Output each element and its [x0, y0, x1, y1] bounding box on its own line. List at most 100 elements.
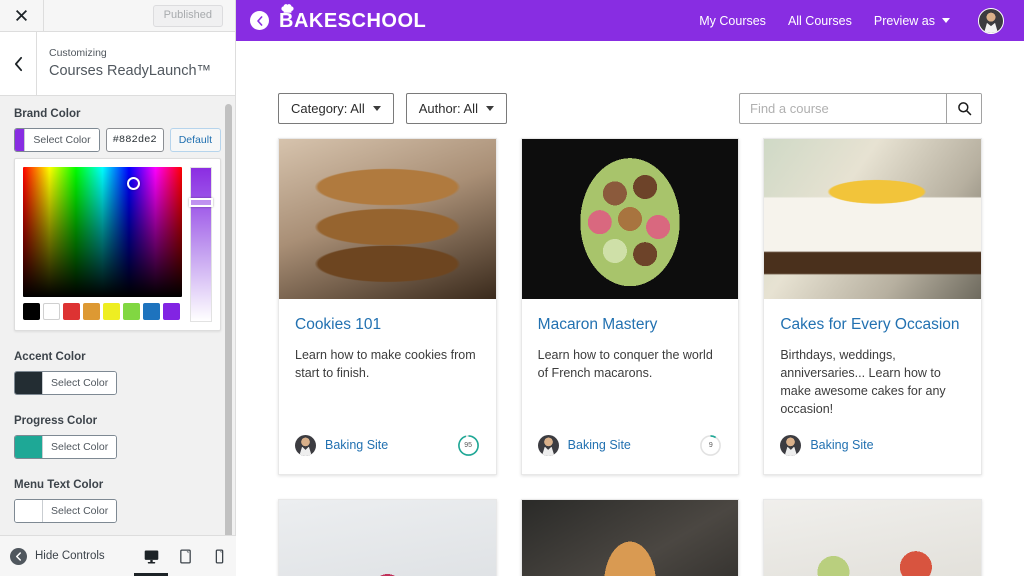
desktop-icon[interactable] — [134, 536, 168, 576]
control-label: Menu Text Color — [14, 479, 104, 491]
course-card[interactable]: Cakes for Every Occasion Birthdays, weddi… — [763, 138, 982, 475]
course-title[interactable]: Cakes for Every Occasion — [780, 315, 965, 335]
hide-controls-button[interactable]: Hide Controls — [0, 547, 105, 565]
category-filter-label: Category: All — [291, 101, 365, 116]
control-menu-text-color: Menu Text Color Select Color — [14, 477, 221, 523]
preset-swatch[interactable] — [63, 303, 80, 320]
menu-text-select-color-label: Select Color — [42, 500, 117, 522]
brand-color-swatch — [15, 129, 25, 151]
course-author[interactable]: Baking Site — [568, 438, 631, 452]
fruit-tartlets-photo — [764, 500, 981, 576]
author-filter-dropdown[interactable]: Author: All — [405, 93, 507, 124]
course-card-footer: Baking Site — [764, 418, 981, 474]
course-card[interactable] — [763, 499, 982, 576]
close-icon[interactable] — [0, 0, 44, 31]
saturation-handle[interactable] — [127, 177, 140, 190]
control-accent-color: Accent Color Select Color — [14, 349, 221, 395]
accent-color-row: Select Color — [14, 371, 221, 395]
course-author[interactable]: Baking Site — [810, 438, 873, 452]
site-logo-text: BAKESCHOOL — [279, 9, 427, 32]
publish-button[interactable]: Published — [152, 4, 223, 27]
panel-title: Courses ReadyLaunch™ — [49, 63, 212, 79]
course-card-footer: Baking Site 95 — [279, 418, 496, 474]
chevron-down-icon — [372, 106, 381, 111]
tablet-icon[interactable] — [168, 536, 202, 576]
preset-swatch[interactable] — [163, 303, 180, 320]
customizer-controls: Brand Color Select Color #882de2 Default — [0, 96, 235, 535]
customizer-header: Customizing Courses ReadyLaunch™ — [0, 32, 235, 96]
brand-default-button[interactable]: Default — [169, 128, 221, 152]
customizing-label: Customizing — [49, 47, 107, 59]
circle-arrow-left-icon[interactable] — [250, 11, 269, 30]
course-search — [739, 93, 982, 124]
course-card-footer: Baking Site 9 — [522, 418, 739, 474]
hue-slider-handle[interactable] — [189, 198, 213, 207]
hands-holding-muffin-photo — [521, 500, 739, 576]
progress-badge: 95 — [457, 434, 480, 457]
color-picker-left — [23, 167, 182, 322]
brand-select-color-button[interactable]: Select Color — [14, 128, 100, 152]
course-card-body: Cookies 101 Learn how to make cookies fro… — [279, 299, 496, 418]
progress-select-color-button[interactable]: Select Color — [14, 435, 118, 459]
accent-color-swatch — [15, 372, 42, 394]
progress-select-color-label: Select Color — [42, 436, 117, 458]
search-input[interactable] — [740, 94, 946, 123]
control-label: Accent Color — [14, 351, 86, 363]
accent-select-color-button[interactable]: Select Color — [14, 371, 118, 395]
preset-swatch[interactable] — [143, 303, 160, 320]
cookies-stack-photo — [279, 139, 496, 299]
site-logo[interactable]: BAKESCHOOL — [279, 3, 427, 32]
preset-swatch[interactable] — [43, 303, 60, 320]
hide-controls-label: Hide Controls — [35, 550, 105, 562]
scrollbar-thumb[interactable] — [225, 104, 232, 535]
course-title[interactable]: Macaron Mastery — [538, 315, 723, 335]
preset-swatches — [23, 303, 182, 320]
preset-swatch[interactable] — [103, 303, 120, 320]
progress-color-swatch — [15, 436, 42, 458]
course-description: Learn how to conquer the world of French… — [537, 348, 713, 380]
customizer-panel: Published Customizing Courses ReadyLaunc… — [0, 0, 236, 576]
customizer-footer: Hide Controls — [0, 535, 236, 576]
customizer-scrollbar[interactable] — [225, 96, 232, 535]
chevron-down-icon — [942, 18, 950, 23]
chevron-left-icon[interactable] — [0, 32, 37, 95]
course-card-body: Cakes for Every Occasion Birthdays, weddi… — [764, 299, 981, 418]
course-card[interactable]: Macaron Mastery Learn how to conquer the … — [520, 138, 740, 475]
nav-all-courses[interactable]: All Courses — [788, 14, 852, 28]
progress-value: 9 — [708, 441, 713, 449]
nav-my-courses[interactable]: My Courses — [699, 14, 766, 28]
site-body: Category: All Author: All Cookies 101 Lea… — [236, 41, 1024, 576]
site-preview: BAKESCHOOL My Courses All Courses Previe… — [236, 0, 1024, 576]
course-title[interactable]: Cookies 101 — [295, 315, 480, 335]
course-card[interactable] — [520, 499, 740, 576]
preset-swatch[interactable] — [123, 303, 140, 320]
progress-badge: 9 — [699, 434, 722, 457]
raspberry-cupcake-photo — [279, 500, 496, 576]
brand-select-color-label: Select Color — [24, 129, 99, 151]
saturation-value-area[interactable] — [23, 167, 182, 297]
avatar[interactable] — [978, 7, 1004, 34]
filter-bar: Category: All Author: All — [278, 41, 982, 138]
color-picker-popup[interactable] — [14, 158, 221, 331]
course-card[interactable] — [278, 499, 497, 576]
site-header: BAKESCHOOL My Courses All Courses Previe… — [236, 0, 1024, 41]
chevron-down-icon — [485, 106, 494, 111]
course-card[interactable]: Cookies 101 Learn how to make cookies fro… — [278, 138, 497, 475]
course-description: Birthdays, weddings, anniversaries... Le… — [780, 348, 946, 416]
brand-hex-input[interactable]: #882de2 — [105, 128, 164, 152]
preset-swatch[interactable] — [23, 303, 40, 320]
layer-cake-photo — [764, 139, 981, 299]
course-author[interactable]: Baking Site — [325, 438, 388, 452]
mobile-icon[interactable] — [202, 536, 236, 576]
search-icon[interactable] — [946, 94, 981, 123]
menu-text-select-color-button[interactable]: Select Color — [14, 499, 118, 523]
hue-slider[interactable] — [189, 167, 213, 322]
brand-color-row: Select Color #882de2 Default — [14, 128, 221, 152]
preset-swatch[interactable] — [83, 303, 100, 320]
chevron-left-circle-icon — [10, 547, 27, 565]
category-filter-dropdown[interactable]: Category: All — [278, 93, 394, 124]
author-avatar — [537, 434, 559, 456]
accent-select-color-label: Select Color — [42, 372, 117, 394]
nav-preview-as[interactable]: Preview as — [874, 14, 950, 28]
customizer-title-block: Customizing Courses ReadyLaunch™ — [37, 32, 235, 95]
